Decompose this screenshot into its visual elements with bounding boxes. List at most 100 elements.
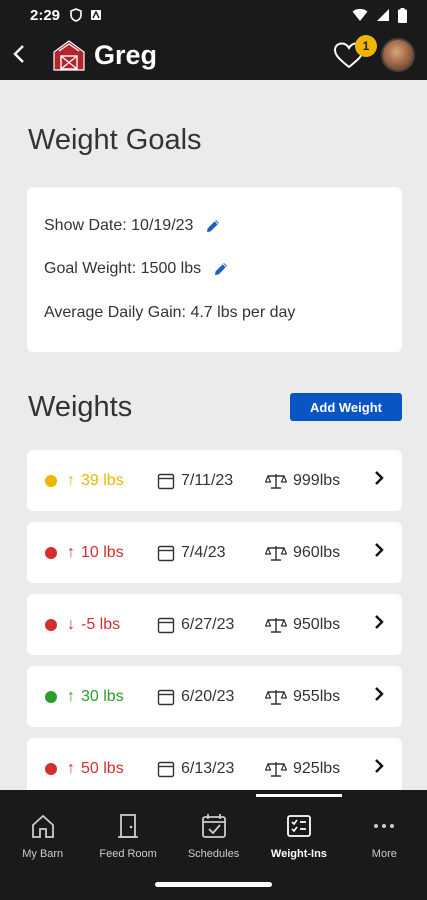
weight-entry-card[interactable]: ↓ -5 lbs 6/27/23 950lbs [27, 594, 402, 655]
nav-weight-ins[interactable]: Weight-Ins [256, 790, 343, 876]
gain-value: 39 lbs [81, 471, 124, 489]
nav-my-barn[interactable]: My Barn [0, 790, 85, 876]
nav-label: My Barn [22, 847, 64, 860]
entry-date: 6/20/23 [157, 688, 234, 706]
status-dot [45, 546, 57, 559]
home-icon [31, 814, 54, 838]
scale-icon [265, 545, 287, 561]
calendar-check-icon [201, 813, 226, 838]
back-arrow-icon[interactable] [12, 40, 42, 71]
entry-date: 6/13/23 [157, 760, 234, 778]
weight-gain: ↑ 50 lbs [67, 760, 124, 778]
nav-schedules[interactable]: Schedules [171, 790, 256, 876]
weight-value: 950lbs [293, 615, 341, 633]
chevron-right-icon [374, 685, 384, 708]
weight-value: 925lbs [293, 759, 341, 777]
add-weight-button[interactable]: Add Weight [290, 393, 402, 421]
chevron-right-icon [374, 469, 384, 492]
edit-show-date-icon[interactable] [205, 218, 221, 234]
chevron-right-icon [374, 541, 384, 564]
calendar-icon [157, 689, 175, 705]
scale-icon [265, 689, 287, 705]
weight-gain: ↑ 10 lbs [67, 544, 124, 562]
notification-badge: 1 [355, 35, 377, 57]
nav-more[interactable]: More [342, 790, 427, 876]
status-dot [45, 762, 57, 775]
trend-arrow-icon: ↑ [67, 687, 75, 705]
date-value: 7/4/23 [181, 543, 226, 561]
weight-goals-heading: Weight Goals [28, 124, 202, 156]
date-value: 7/11/23 [181, 471, 234, 489]
avg-daily-gain-row: Average Daily Gain: 4.7 lbs per day [44, 304, 295, 322]
status-dot [45, 474, 57, 487]
gesture-bar [155, 882, 272, 887]
nav-feed-room[interactable]: Feed Room [85, 790, 170, 876]
trend-arrow-icon: ↑ [67, 759, 75, 777]
entry-weight: 960lbs [265, 544, 340, 562]
gain-value: 50 lbs [81, 759, 124, 777]
trend-arrow-icon: ↑ [67, 543, 75, 561]
calendar-icon [157, 473, 175, 489]
entry-weight: 999lbs [265, 472, 340, 490]
chevron-right-icon [374, 613, 384, 636]
notification-icon [91, 10, 102, 20]
entry-date: 7/11/23 [157, 472, 233, 490]
scale-icon [265, 473, 287, 489]
status-time: 2:29 [30, 6, 61, 24]
status-dot [45, 618, 57, 631]
date-value: 6/27/23 [181, 615, 235, 633]
battery-icon [398, 7, 407, 23]
entry-date: 6/27/23 [157, 616, 234, 634]
gain-value: 10 lbs [81, 543, 124, 561]
page-title: Greg [94, 39, 158, 70]
trend-arrow-icon: ↓ [67, 615, 75, 633]
gain-value: -5 lbs [81, 615, 121, 633]
signal-icon [377, 9, 389, 21]
weight-gain: ↑ 39 lbs [67, 472, 124, 490]
scale-icon [265, 761, 287, 777]
wifi-icon [352, 8, 368, 21]
weight-entry-card[interactable]: ↑ 50 lbs 6/13/23 925lbs [27, 738, 402, 790]
entry-weight: 955lbs [265, 688, 340, 706]
list-icon [287, 814, 311, 837]
avg-daily-gain-text: Average Daily Gain: 4.7 lbs per day [44, 304, 296, 321]
weight-entry-card[interactable]: ↑ 10 lbs 7/4/23 960lbs [27, 522, 402, 583]
weights-heading: Weights [28, 391, 133, 423]
scale-icon [265, 617, 287, 633]
calendar-icon [157, 617, 175, 633]
goal-weight-row: Goal Weight: 1500 lbs [44, 260, 229, 278]
show-date-text: Show Date: 10/19/23 [44, 217, 194, 234]
door-icon [118, 813, 139, 838]
show-date-row: Show Date: 10/19/23 [44, 217, 221, 235]
bottom-nav: My Barn Feed Room Schedules Weight-Ins M… [0, 790, 427, 876]
gain-value: 30 lbs [81, 687, 124, 705]
weight-value: 999lbs [293, 471, 341, 489]
entry-date: 7/4/23 [157, 544, 225, 562]
edit-goal-weight-icon[interactable] [213, 261, 229, 277]
calendar-icon [157, 545, 175, 561]
weight-entry-card[interactable]: ↑ 30 lbs 6/20/23 955lbs [27, 666, 402, 727]
nav-label: Feed Room [99, 847, 157, 860]
date-value: 6/13/23 [181, 759, 235, 777]
favorites-button[interactable]: 1 [331, 35, 377, 73]
avatar[interactable] [381, 38, 415, 72]
goals-card: Show Date: 10/19/23 Goal Weight: 1500 lb… [27, 187, 402, 352]
app-bar: Greg 1 [0, 30, 427, 80]
barn-icon [53, 40, 85, 71]
calendar-icon [157, 761, 175, 777]
entry-weight: 925lbs [265, 760, 340, 778]
date-value: 6/20/23 [181, 687, 235, 705]
entry-weight: 950lbs [265, 616, 340, 634]
shield-icon [70, 8, 82, 22]
main-content: Weight Goals Show Date: 10/19/23 Goal We… [0, 80, 427, 790]
nav-label: More [371, 847, 397, 860]
chevron-right-icon [374, 757, 384, 780]
status-dot [45, 690, 57, 703]
status-bar: 2:29 [0, 0, 427, 30]
weight-entry-card[interactable]: ↑ 39 lbs 7/11/23 999lbs [27, 450, 402, 511]
goal-weight-text: Goal Weight: 1500 lbs [44, 260, 202, 277]
weight-gain: ↑ 30 lbs [67, 688, 124, 706]
nav-label: Schedules [187, 847, 240, 860]
more-icon [374, 823, 395, 828]
weight-gain: ↓ -5 lbs [67, 616, 120, 634]
